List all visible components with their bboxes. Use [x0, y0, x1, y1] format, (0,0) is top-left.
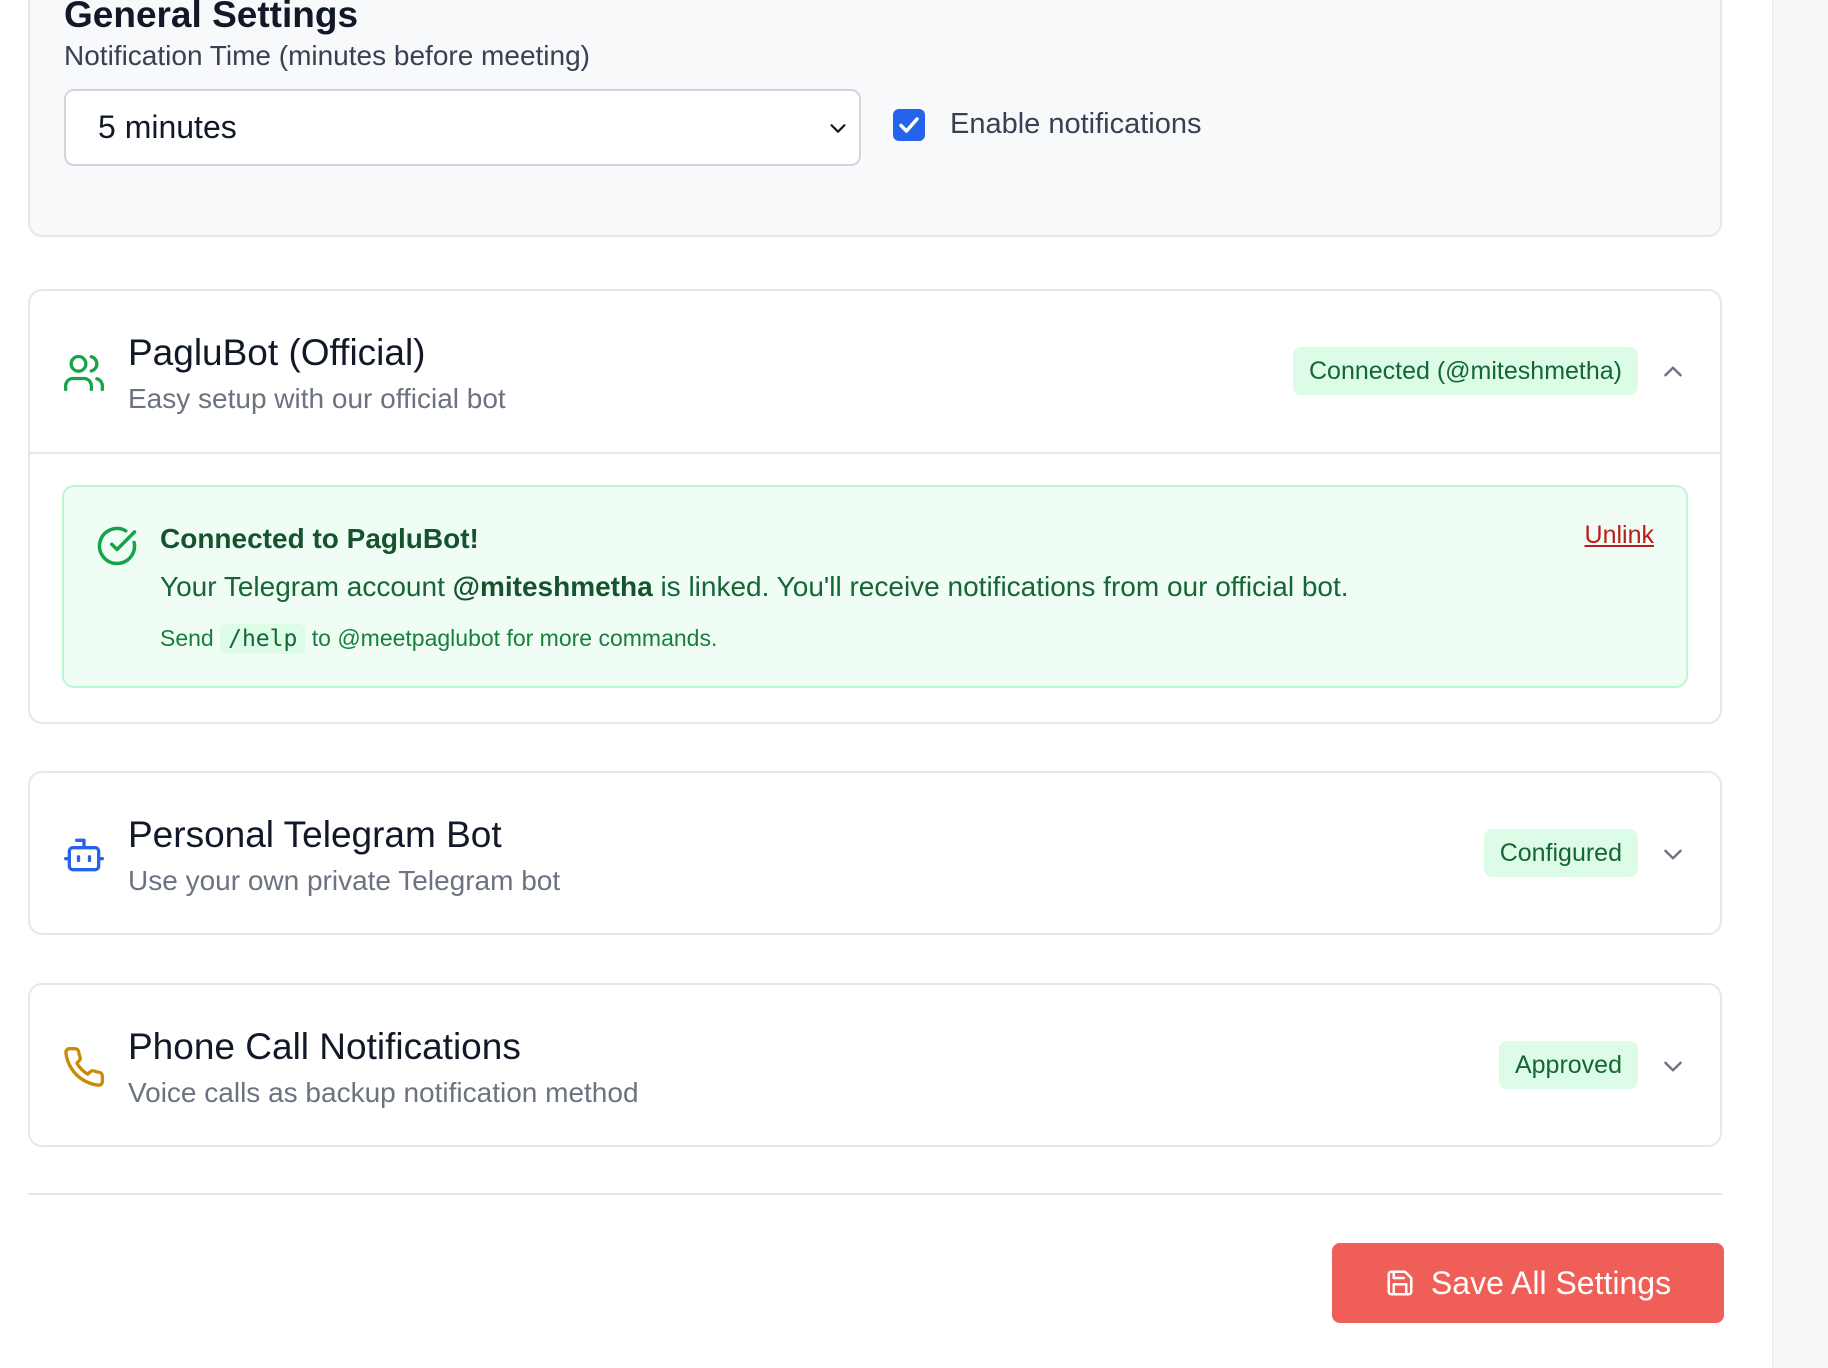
save-all-settings-label: Save All Settings — [1430, 1264, 1672, 1301]
enable-notifications-label: Enable notifications — [950, 108, 1202, 140]
phone-call-subtitle: Voice calls as backup notification metho… — [128, 1077, 639, 1108]
card-divider — [30, 452, 1720, 454]
general-settings-title: General Settings — [64, 0, 359, 35]
notification-time-select[interactable]: 5 minutes — [64, 89, 861, 166]
general-settings-card: General Settings Notification Time (minu… — [28, 0, 1722, 237]
chevron-down-icon[interactable] — [1660, 1053, 1686, 1079]
save-all-settings-button[interactable]: Save All Settings — [1332, 1243, 1724, 1323]
notification-time-label: Notification Time (minutes before meetin… — [64, 40, 590, 71]
paglubot-connected-panel: Connected to PagluBot! Your Telegram acc… — [62, 485, 1688, 688]
chevron-down-icon[interactable] — [1660, 841, 1686, 867]
footer-divider — [28, 1193, 1722, 1195]
hint-suffix: to @meetpaglubot for more commands. — [305, 625, 718, 651]
chevron-down-icon — [830, 124, 846, 133]
unlink-link[interactable]: Unlink — [1585, 521, 1654, 550]
personal-bot-title: Personal Telegram Bot — [128, 814, 502, 855]
paglubot-subtitle: Easy setup with our official bot — [128, 383, 506, 414]
checkmark-icon — [899, 117, 919, 133]
paglubot-card-header[interactable]: PagluBot (Official) Easy setup with our … — [30, 291, 1720, 452]
connected-message-prefix: Your Telegram account — [160, 571, 453, 602]
help-command: /help — [220, 624, 306, 654]
hint-prefix: Send — [160, 625, 221, 651]
phone-icon — [64, 1047, 104, 1087]
users-icon — [64, 354, 104, 392]
connected-message-suffix: is linked. You'll receive notifications … — [652, 571, 1349, 602]
chevron-up-icon[interactable] — [1660, 359, 1686, 385]
check-circle-icon — [97, 526, 137, 566]
bot-icon — [64, 838, 104, 872]
status-badge: Approved — [1498, 1041, 1638, 1089]
connected-username: @miteshmetha — [452, 571, 653, 602]
personal-bot-subtitle: Use your own private Telegram bot — [128, 865, 561, 896]
status-badge: Configured — [1483, 829, 1638, 877]
paglubot-card: PagluBot (Official) Easy setup with our … — [28, 289, 1722, 724]
settings-content: General Settings Notification Time (minu… — [0, 0, 1772, 1368]
notification-time-value: 5 minutes — [98, 109, 237, 145]
page-gutter — [1772, 0, 1828, 1368]
phone-call-title: Phone Call Notifications — [128, 1026, 521, 1067]
phone-call-card-header[interactable]: Phone Call Notifications Voice calls as … — [30, 985, 1720, 1146]
status-badge: Connected (@miteshmetha) — [1292, 347, 1638, 395]
connected-title: Connected to PagluBot! — [160, 523, 479, 554]
phone-call-card: Phone Call Notifications Voice calls as … — [28, 983, 1722, 1147]
connected-message: Your Telegram account @miteshmetha is li… — [160, 571, 1349, 603]
personal-bot-card: Personal Telegram Bot Use your own priva… — [28, 771, 1722, 935]
connected-hint: Send /help to @meetpaglubot for more com… — [160, 624, 718, 654]
paglubot-title: PagluBot (Official) — [128, 332, 426, 373]
enable-notifications-checkbox[interactable] — [893, 109, 925, 141]
personal-bot-card-header[interactable]: Personal Telegram Bot Use your own priva… — [30, 773, 1720, 934]
save-icon — [1387, 1270, 1413, 1296]
